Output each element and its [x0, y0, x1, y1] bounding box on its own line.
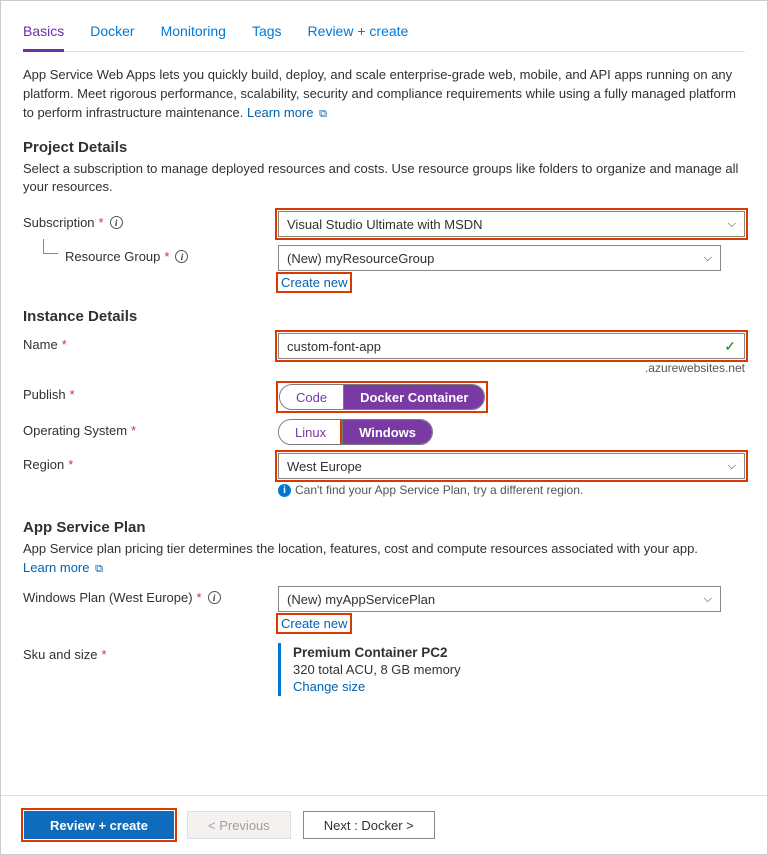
- previous-button: < Previous: [187, 811, 291, 839]
- footer-bar: Review + create < Previous Next : Docker…: [1, 795, 767, 854]
- project-details-heading: Project Details: [23, 139, 745, 156]
- review-create-button[interactable]: Review + create: [24, 811, 174, 839]
- plan-learn-more-link[interactable]: Learn more ⧉: [23, 560, 103, 575]
- windows-plan-select[interactable]: (New) myAppServicePlan ⌵: [278, 586, 721, 612]
- os-toggle: Linux Windows: [278, 419, 433, 445]
- domain-suffix: .azurewebsites.net: [278, 361, 745, 375]
- chevron-down-icon: ⌵: [704, 593, 712, 606]
- resource-group-label: Resource Group* i: [23, 245, 278, 264]
- info-badge-icon: i: [278, 484, 291, 497]
- chevron-down-icon: ⌵: [728, 218, 736, 231]
- chevron-down-icon: ⌵: [728, 460, 736, 473]
- change-size-link[interactable]: Change size: [293, 679, 745, 694]
- os-linux[interactable]: Linux: [279, 420, 342, 444]
- plan-desc: App Service plan pricing tier determines…: [23, 541, 698, 556]
- check-icon: ✓: [724, 338, 736, 355]
- subscription-select[interactable]: Visual Studio Ultimate with MSDN ⌵: [278, 211, 745, 237]
- chevron-down-icon: ⌵: [704, 252, 712, 265]
- info-icon[interactable]: i: [208, 591, 221, 604]
- create-new-plan-link[interactable]: Create new: [278, 615, 350, 632]
- tab-monitoring[interactable]: Monitoring: [161, 19, 226, 51]
- tab-bar: Basics Docker Monitoring Tags Review + c…: [23, 19, 745, 52]
- region-hint: i Can't find your App Service Plan, try …: [278, 483, 745, 497]
- app-service-plan-heading: App Service Plan: [23, 519, 745, 536]
- tab-tags[interactable]: Tags: [252, 19, 282, 51]
- external-link-icon: ⧉: [319, 108, 327, 120]
- create-new-rg-link[interactable]: Create new: [278, 274, 350, 291]
- os-windows[interactable]: Windows: [342, 420, 432, 444]
- os-label: Operating System*: [23, 419, 278, 438]
- name-label: Name*: [23, 333, 278, 352]
- publish-toggle: Code Docker Container: [279, 384, 485, 410]
- info-icon[interactable]: i: [110, 216, 123, 229]
- external-link-icon: ⧉: [95, 563, 103, 575]
- region-select[interactable]: West Europe ⌵: [278, 453, 745, 479]
- publish-docker[interactable]: Docker Container: [343, 385, 484, 409]
- project-details-desc: Select a subscription to manage deployed…: [23, 160, 745, 198]
- instance-details-heading: Instance Details: [23, 308, 745, 325]
- sku-tier: Premium Container PC2: [293, 645, 745, 660]
- tab-docker[interactable]: Docker: [90, 19, 134, 51]
- windows-plan-label: Windows Plan (West Europe)* i: [23, 586, 278, 605]
- resource-group-select[interactable]: (New) myResourceGroup ⌵: [278, 245, 721, 271]
- publish-label: Publish*: [23, 383, 278, 402]
- name-input[interactable]: custom-font-app ✓: [278, 333, 745, 359]
- region-label: Region*: [23, 453, 278, 472]
- publish-code[interactable]: Code: [280, 385, 343, 409]
- subscription-label: Subscription* i: [23, 211, 278, 230]
- tab-basics[interactable]: Basics: [23, 19, 64, 52]
- intro-text: App Service Web Apps lets you quickly bu…: [23, 66, 745, 123]
- sku-detail: 320 total ACU, 8 GB memory: [293, 662, 745, 677]
- info-icon[interactable]: i: [175, 250, 188, 263]
- sku-label: Sku and size*: [23, 643, 278, 662]
- sku-card: Premium Container PC2 320 total ACU, 8 G…: [278, 643, 745, 696]
- tab-review[interactable]: Review + create: [308, 19, 409, 51]
- learn-more-link[interactable]: Learn more ⧉: [247, 105, 327, 120]
- next-button[interactable]: Next : Docker >: [303, 811, 435, 839]
